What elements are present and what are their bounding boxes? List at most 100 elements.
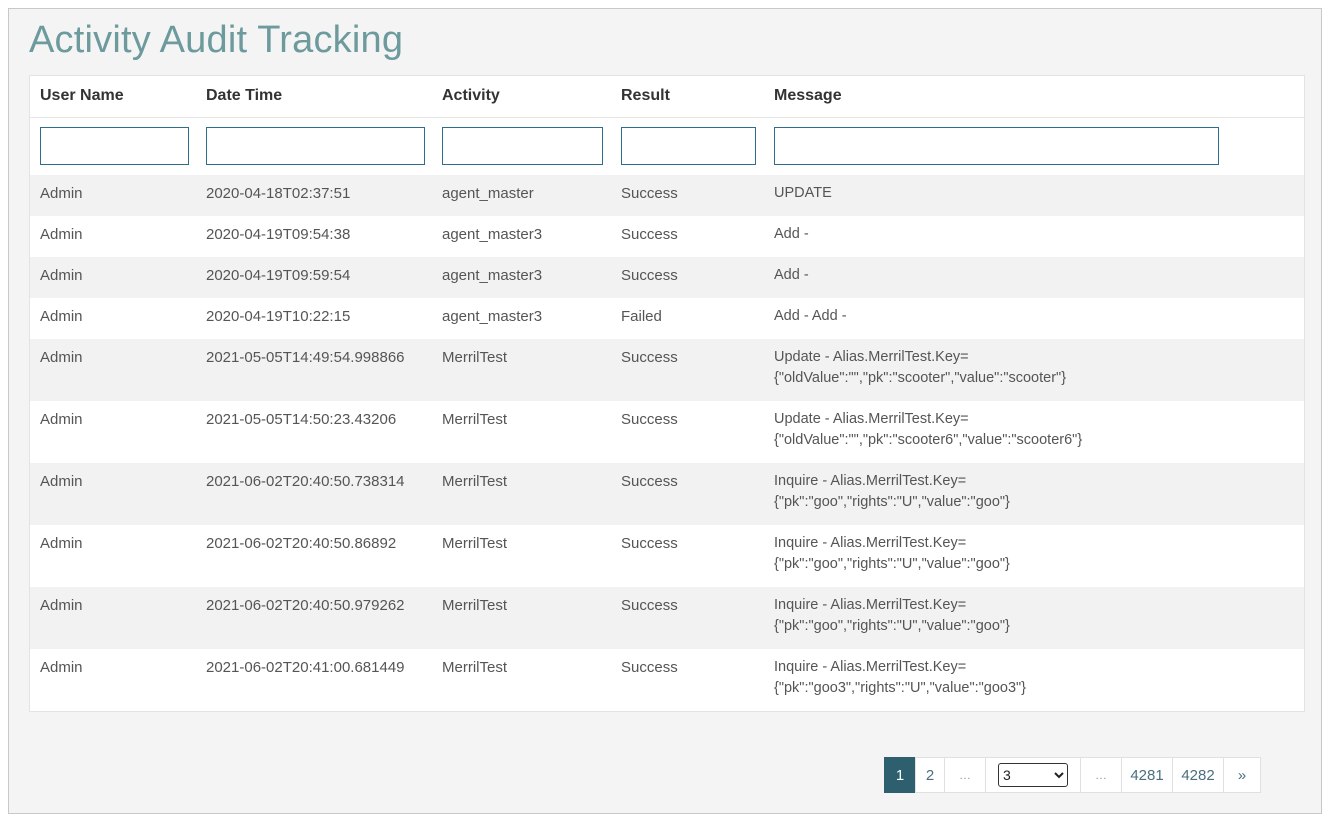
table-row[interactable]: Admin 2021-06-02T20:41:00.681449 MerrilTes… bbox=[30, 649, 1304, 711]
cell-message: UPDATE bbox=[764, 175, 1304, 216]
table-row[interactable]: Admin 2020-04-19T09:59:54 agent_master3 Suc… bbox=[30, 257, 1304, 298]
header-row: User Name Date Time Activity Result Mess… bbox=[30, 76, 1304, 118]
cell-message: Add - bbox=[764, 216, 1304, 257]
cell-result: Success bbox=[621, 535, 678, 552]
cell-date-time: 2021-05-05T14:49:54.998866 bbox=[206, 349, 405, 366]
next-page-button[interactable]: » bbox=[1223, 757, 1261, 793]
cell-activity: MerrilTest bbox=[442, 535, 508, 552]
pagination-ellipsis: … bbox=[944, 757, 986, 793]
table-row[interactable]: Admin 2020-04-18T02:37:51 agent_master Succ… bbox=[30, 175, 1304, 216]
message-line: {"oldValue":"","pk":"scooter","value":"s… bbox=[774, 370, 1067, 386]
cell-message: Update - Alias.MerrilTest.Key= {"oldValue… bbox=[764, 339, 1304, 401]
cell-message: Inquire - Alias.MerrilTest.Key= {"pk":"go… bbox=[764, 525, 1304, 587]
page-select[interactable]: 3 bbox=[998, 763, 1068, 787]
cell-result: Success bbox=[621, 473, 678, 490]
pagination: 1 2… 3… 4281 4282» bbox=[884, 757, 1261, 793]
cell-result: Success bbox=[621, 659, 678, 676]
filter-row bbox=[30, 117, 1304, 175]
cell-activity: agent_master3 bbox=[442, 226, 543, 243]
page-button-2[interactable]: 2 bbox=[915, 757, 945, 793]
cell-user-name: Admin bbox=[40, 226, 83, 243]
result-filter-input[interactable] bbox=[621, 127, 756, 166]
cell-activity: agent_master bbox=[442, 185, 534, 202]
cell-result: Failed bbox=[621, 308, 662, 325]
date-time-filter-input[interactable] bbox=[206, 127, 425, 166]
message-line: {"pk":"goo","rights":"U","value":"goo"} bbox=[774, 618, 1010, 634]
cell-message: Add - bbox=[764, 257, 1304, 298]
cell-activity: MerrilTest bbox=[442, 597, 508, 614]
column-header-message[interactable]: Message bbox=[764, 76, 1304, 118]
message-line: {"pk":"goo","rights":"U","value":"goo"} bbox=[774, 556, 1010, 572]
pagination-ellipsis: … bbox=[1080, 757, 1122, 793]
cell-activity: agent_master3 bbox=[442, 267, 543, 284]
cell-result: Success bbox=[621, 185, 678, 202]
table-row[interactable]: Admin 2021-05-05T14:49:54.998866 MerrilTes… bbox=[30, 339, 1304, 401]
table-row[interactable]: Admin 2021-05-05T14:50:23.43206 MerrilTest… bbox=[30, 401, 1304, 463]
message-line: Inquire - Alias.MerrilTest.Key= bbox=[774, 597, 967, 613]
cell-activity: MerrilTest bbox=[442, 411, 508, 428]
page-select-wrapper: 3 bbox=[985, 757, 1081, 793]
message-filter-input[interactable] bbox=[774, 127, 1219, 166]
message-line: {"pk":"goo3","rights":"U","value":"goo3"… bbox=[774, 680, 1027, 696]
cell-message: Inquire - Alias.MerrilTest.Key= {"pk":"go… bbox=[764, 587, 1304, 649]
cell-message: Add - Add - bbox=[764, 298, 1304, 339]
message-line: Add - bbox=[774, 267, 809, 283]
page-button-1[interactable]: 1 bbox=[884, 757, 916, 793]
cell-result: Success bbox=[621, 226, 678, 243]
cell-user-name: Admin bbox=[40, 267, 83, 284]
activity-filter-input[interactable] bbox=[442, 127, 603, 166]
user-name-filter-input[interactable] bbox=[40, 127, 189, 166]
message-line: Add - Add - bbox=[774, 308, 847, 324]
message-line: Update - Alias.MerrilTest.Key= bbox=[774, 349, 969, 365]
table-row[interactable]: Admin 2021-06-02T20:40:50.979262 MerrilTes… bbox=[30, 587, 1304, 649]
cell-user-name: Admin bbox=[40, 349, 83, 366]
cell-user-name: Admin bbox=[40, 659, 83, 676]
message-line: Add - bbox=[774, 226, 809, 242]
cell-user-name: Admin bbox=[40, 535, 83, 552]
page-button-4282[interactable]: 4282 bbox=[1172, 757, 1224, 793]
column-header-result[interactable]: Result bbox=[611, 76, 764, 118]
column-header-date-time[interactable]: Date Time bbox=[196, 76, 432, 118]
message-line: {"pk":"goo","rights":"U","value":"goo"} bbox=[774, 494, 1010, 510]
cell-user-name: Admin bbox=[40, 308, 83, 325]
cell-activity: MerrilTest bbox=[442, 473, 508, 490]
cell-user-name: Admin bbox=[40, 185, 83, 202]
cell-user-name: Admin bbox=[40, 597, 83, 614]
table-row[interactable]: Admin 2020-04-19T10:22:15 agent_master3 Fai… bbox=[30, 298, 1304, 339]
column-header-user-name[interactable]: User Name bbox=[30, 76, 196, 118]
cell-date-time: 2021-06-02T20:40:50.979262 bbox=[206, 597, 405, 614]
cell-date-time: 2021-06-02T20:40:50.86892 bbox=[206, 535, 397, 552]
cell-message: Inquire - Alias.MerrilTest.Key= {"pk":"go… bbox=[764, 463, 1304, 525]
cell-activity: MerrilTest bbox=[442, 659, 508, 676]
cell-result: Success bbox=[621, 267, 678, 284]
audit-table: User Name Date Time Activity Result Mess… bbox=[30, 76, 1304, 711]
table-row[interactable]: Admin 2021-06-02T20:40:50.86892 MerrilTest… bbox=[30, 525, 1304, 587]
cell-user-name: Admin bbox=[40, 473, 83, 490]
cell-date-time: 2020-04-19T09:59:54 bbox=[206, 267, 351, 284]
table-row[interactable]: Admin 2021-06-02T20:40:50.738314 MerrilTes… bbox=[30, 463, 1304, 525]
message-line: Inquire - Alias.MerrilTest.Key= bbox=[774, 535, 967, 551]
cell-activity: agent_master3 bbox=[442, 308, 543, 325]
audit-table-panel: User Name Date Time Activity Result Mess… bbox=[29, 75, 1305, 712]
cell-message: Update - Alias.MerrilTest.Key= {"oldValue… bbox=[764, 401, 1304, 463]
table-row[interactable]: Admin 2020-04-19T09:54:38 agent_master3 Suc… bbox=[30, 216, 1304, 257]
page-title: Activity Audit Tracking bbox=[29, 19, 404, 61]
cell-date-time: 2021-05-05T14:50:23.43206 bbox=[206, 411, 397, 428]
cell-message: Inquire - Alias.MerrilTest.Key= {"pk":"go… bbox=[764, 649, 1304, 711]
cell-activity: MerrilTest bbox=[442, 349, 508, 366]
page-frame: Activity Audit Tracking User Name Date T… bbox=[8, 8, 1322, 814]
cell-date-time: 2020-04-18T02:37:51 bbox=[206, 185, 351, 202]
message-line: Update - Alias.MerrilTest.Key= bbox=[774, 411, 969, 427]
message-line: UPDATE bbox=[774, 185, 832, 201]
cell-date-time: 2021-06-02T20:41:00.681449 bbox=[206, 659, 405, 676]
message-line: Inquire - Alias.MerrilTest.Key= bbox=[774, 659, 967, 675]
cell-result: Success bbox=[621, 349, 678, 366]
page-button-4281[interactable]: 4281 bbox=[1121, 757, 1173, 793]
cell-date-time: 2021-06-02T20:40:50.738314 bbox=[206, 473, 405, 490]
cell-result: Success bbox=[621, 411, 678, 428]
cell-date-time: 2020-04-19T09:54:38 bbox=[206, 226, 351, 243]
cell-result: Success bbox=[621, 597, 678, 614]
column-header-activity[interactable]: Activity bbox=[432, 76, 611, 118]
cell-user-name: Admin bbox=[40, 411, 83, 428]
cell-date-time: 2020-04-19T10:22:15 bbox=[206, 308, 351, 325]
